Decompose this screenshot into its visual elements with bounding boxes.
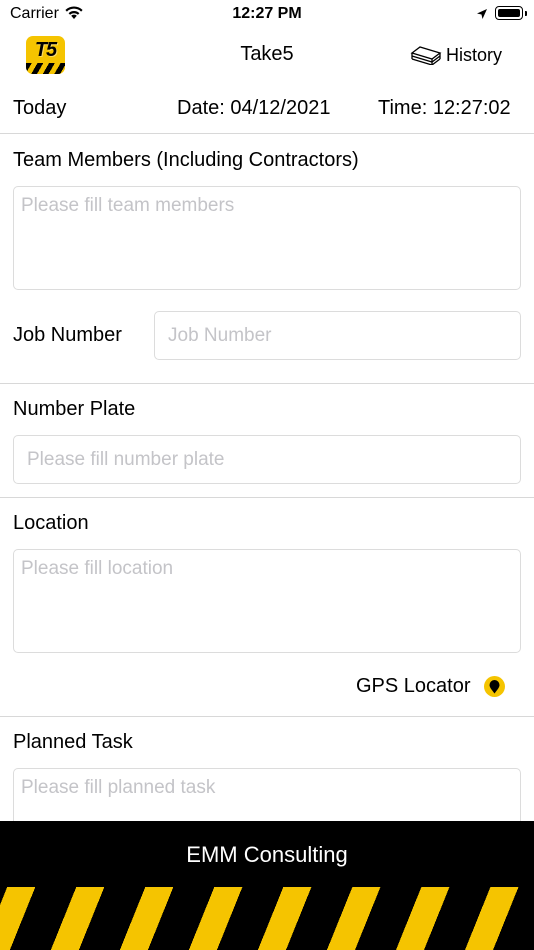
stacked-papers-icon xyxy=(410,46,442,65)
meta-row: Today Date: 04/12/2021 Time: 12:27:02 xyxy=(0,92,534,126)
team-members-field[interactable] xyxy=(13,186,521,290)
planned-task-label: Planned Task xyxy=(13,731,133,753)
history-button[interactable]: History xyxy=(410,43,502,67)
footer-banner: EMM Consulting xyxy=(0,821,534,950)
divider xyxy=(0,133,534,134)
gps-locator-label: GPS Locator xyxy=(356,674,471,697)
number-plate-label: Number Plate xyxy=(13,398,136,420)
footer-hazard-stripes xyxy=(0,887,534,950)
job-number-label: Job Number xyxy=(13,324,122,346)
divider xyxy=(0,716,534,717)
today-label: Today xyxy=(13,97,67,119)
team-members-label: Team Members (Including Contractors) xyxy=(13,149,359,171)
number-plate-field[interactable] xyxy=(13,435,521,484)
history-label: History xyxy=(446,44,503,65)
job-number-field[interactable] xyxy=(154,311,521,360)
gps-locator-button[interactable]: GPS Locator xyxy=(356,673,505,699)
location-label: Location xyxy=(13,512,89,534)
divider xyxy=(0,383,534,384)
date-display: Date: 04/12/2021 xyxy=(177,97,331,119)
navigation-bar: T5 Take5 History xyxy=(0,30,534,80)
divider xyxy=(0,497,534,498)
battery-icon xyxy=(495,6,527,20)
status-time: 12:27 PM xyxy=(232,5,302,22)
status-bar: Carrier 12:27 PM xyxy=(0,0,534,30)
time-display: Time: 12:27:02 xyxy=(378,97,511,119)
footer-company-name: EMM Consulting xyxy=(186,842,348,867)
location-arrow-icon xyxy=(476,7,488,25)
map-pin-icon xyxy=(483,675,505,697)
location-field[interactable] xyxy=(13,549,521,653)
